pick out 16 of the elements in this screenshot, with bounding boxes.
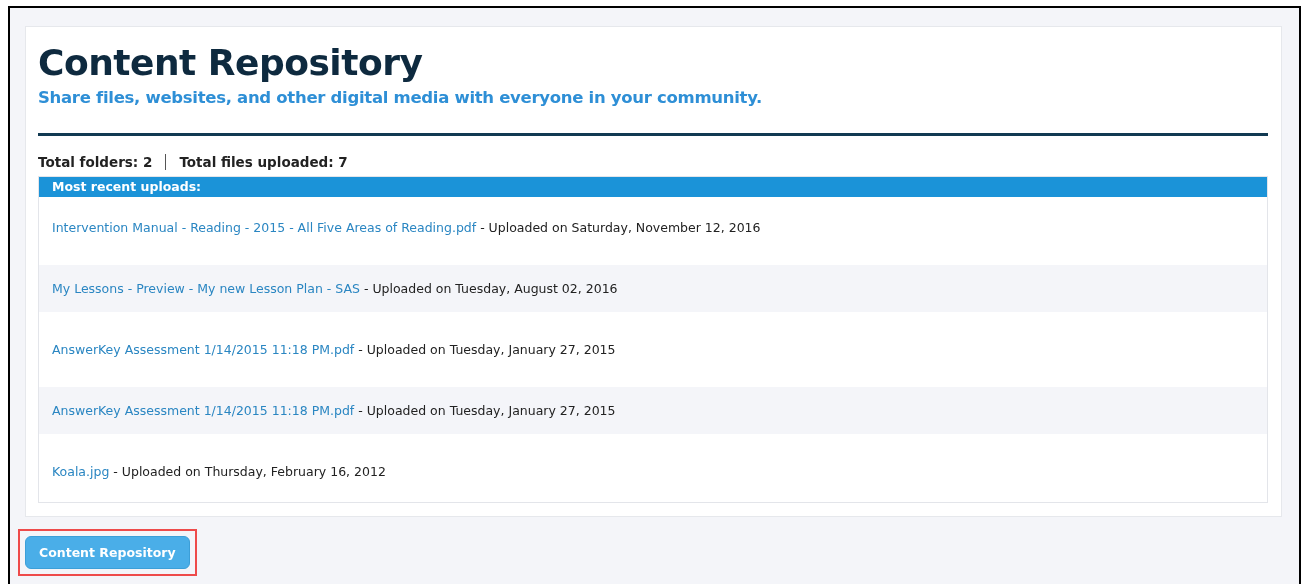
content-repository-button[interactable]: Content Repository: [25, 536, 190, 569]
upload-date: - Uploaded on Thursday, February 16, 2012: [112, 464, 386, 479]
list-header: Most recent uploads:: [39, 177, 1267, 197]
file-count: Total files uploaded: 7: [179, 154, 348, 170]
upload-date: - Uploaded on Tuesday, January 27, 2015: [357, 403, 616, 418]
upload-date: - Uploaded on Saturday, November 12, 2016: [479, 220, 761, 235]
upload-date: - Uploaded on Tuesday, August 02, 2016: [362, 281, 618, 296]
file-link[interactable]: Koala.jpg: [52, 464, 110, 479]
file-link[interactable]: Intervention Manual - Reading - 2015 - All Five Areas of Reading.pdf: [52, 220, 477, 235]
file-link[interactable]: My Lessons - Preview - My new Lesson Plan - SAS: [52, 281, 360, 296]
upload-date: - Uploaded on Tuesday, January 27, 2015: [357, 342, 616, 357]
page-subtitle: Share files, websites, and other digital media with everyone in your community.: [38, 88, 764, 107]
folder-count: Total folders: 2: [38, 154, 153, 170]
file-link[interactable]: AnswerKey Assessment 1/14/2015 11:18 PM.pdf: [52, 403, 355, 418]
file-link[interactable]: AnswerKey Assessment 1/14/2015 11:18 PM.pdf: [52, 342, 355, 357]
page-title: Content Repository: [38, 41, 424, 85]
